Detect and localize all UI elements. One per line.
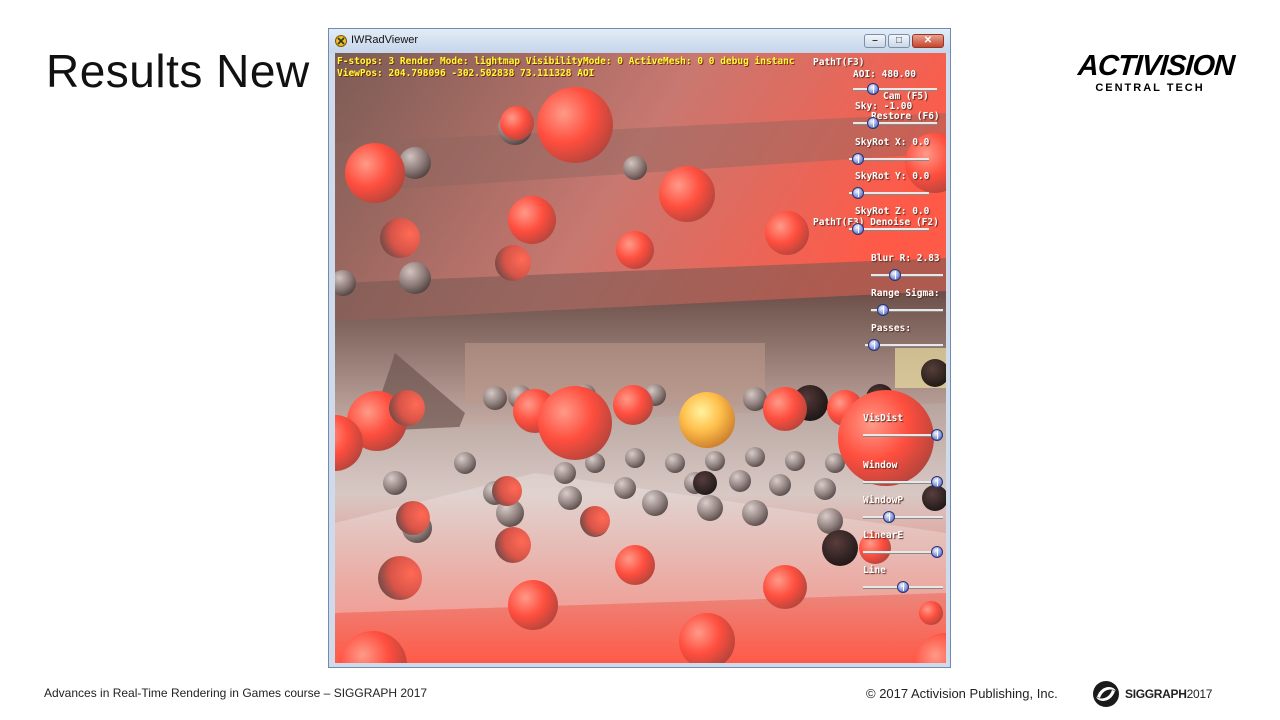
slider-thumb-icon[interactable]: [867, 117, 879, 129]
blur-r-label: Blur R: 2.83: [871, 253, 940, 264]
range-sigma-slider[interactable]: [871, 304, 943, 316]
slider-thumb-icon[interactable]: [889, 269, 901, 281]
slider-thumb-icon[interactable]: [852, 187, 864, 199]
skyrot-y-label: SkyRot Y: 0.0: [855, 171, 930, 182]
skyrot-z-slider[interactable]: [849, 223, 929, 235]
siggraph-swirl-icon: [1093, 681, 1119, 707]
skyrot-y-slider[interactable]: [849, 187, 929, 199]
hud-status-line1: F-stops: 3 Render Mode: lightmap Visibil…: [337, 56, 795, 67]
line-label: Line: [863, 565, 886, 576]
window-titlebar[interactable]: IWRadViewer – □ ✕: [329, 29, 950, 53]
minimize-icon: –: [872, 35, 878, 46]
iwradviewer-window: IWRadViewer – □ ✕ F-stops: 3 Render Mode…: [328, 28, 951, 668]
slider-thumb-icon[interactable]: [931, 476, 943, 488]
logo-line1: ACTIVISION: [1076, 50, 1236, 82]
window-label: Window: [863, 460, 898, 471]
skyrot-x-label: SkyRot X: 0.0: [855, 137, 930, 148]
slider-thumb-icon[interactable]: [868, 339, 880, 351]
skyrot-x-slider[interactable]: [849, 153, 929, 165]
slider-thumb-icon[interactable]: [867, 83, 879, 95]
siggraph-text: SIGGRAPH2017: [1125, 687, 1212, 701]
slide-title: Results New: [46, 45, 310, 97]
slider-thumb-icon[interactable]: [852, 223, 864, 235]
aoi-label: AOI: 480.00: [853, 69, 916, 80]
hud-status-line2: ViewPos: 204.798096 -302.502838 73.11132…: [337, 68, 595, 79]
maximize-button[interactable]: □: [888, 34, 910, 48]
siggraph-wordmark: SIGGRAPH: [1125, 687, 1187, 701]
range-sigma-label: Range Sigma:: [871, 288, 940, 299]
close-button[interactable]: ✕: [912, 34, 944, 48]
render-viewport[interactable]: F-stops: 3 Render Mode: lightmap Visibil…: [335, 53, 946, 663]
blur-r-slider[interactable]: [871, 269, 943, 281]
window-slider[interactable]: [863, 476, 943, 488]
slider-thumb-icon[interactable]: [931, 429, 943, 441]
close-icon: ✕: [923, 35, 933, 46]
passes-slider[interactable]: [865, 339, 943, 351]
window-title: IWRadViewer: [351, 34, 419, 46]
activision-logo: ACTIVISION CENTRAL TECH: [1076, 50, 1236, 94]
slider-thumb-icon[interactable]: [852, 153, 864, 165]
visdist-label: VisDist: [863, 413, 904, 424]
visdist-slider[interactable]: [863, 429, 943, 441]
footer-course-text: Advances in Real-Time Rendering in Games…: [44, 686, 428, 700]
skyrot-z-label: SkyRot Z: 0.0: [855, 206, 930, 217]
siggraph-logo: SIGGRAPH2017: [1091, 679, 1212, 709]
slider-thumb-icon[interactable]: [931, 546, 943, 558]
patht-f3-button[interactable]: PathT(F3): [813, 57, 864, 68]
slider-thumb-icon[interactable]: [883, 511, 895, 523]
lineare-slider[interactable]: [863, 546, 943, 558]
minimize-button[interactable]: –: [864, 34, 886, 48]
sky-slider[interactable]: [853, 117, 937, 129]
slider-thumb-icon[interactable]: [877, 304, 889, 316]
footer-copyright: © 2017 Activision Publishing, Inc.: [866, 686, 1058, 701]
lineare-label: LinearE: [863, 530, 904, 541]
line-slider[interactable]: [863, 581, 943, 593]
windowp-slider[interactable]: [863, 511, 943, 523]
passes-label: Passes:: [871, 323, 912, 334]
maximize-icon: □: [895, 35, 903, 46]
logo-line2: CENTRAL TECH: [1095, 82, 1205, 94]
siggraph-year: 2017: [1186, 687, 1213, 701]
windowp-label: WindowP: [863, 495, 904, 506]
slider-thumb-icon[interactable]: [897, 581, 909, 593]
app-icon: [335, 35, 347, 47]
